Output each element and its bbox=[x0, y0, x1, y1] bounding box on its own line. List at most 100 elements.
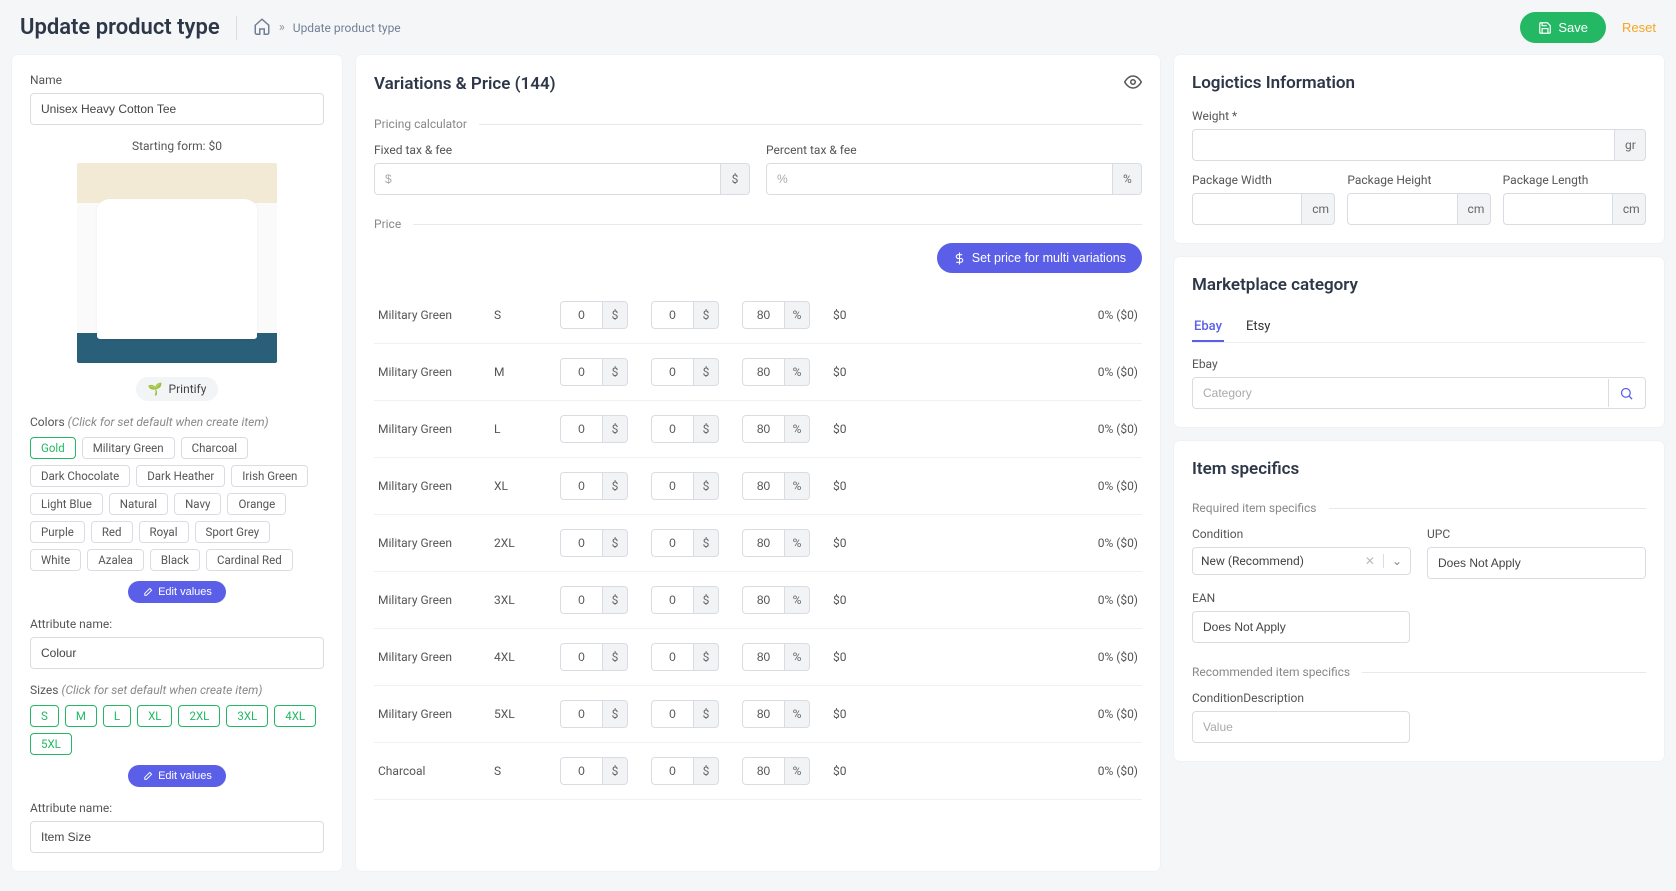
color-tag[interactable]: Cardinal Red bbox=[206, 549, 293, 571]
color-tags: Gold Military Green Charcoal Dark Chocolate… bbox=[30, 437, 324, 571]
color-tag[interactable]: Azalea bbox=[87, 549, 144, 571]
upc-input[interactable] bbox=[1427, 547, 1646, 579]
name-input[interactable] bbox=[30, 93, 324, 125]
color-tag[interactable]: Natural bbox=[109, 493, 168, 515]
row-input-2[interactable] bbox=[651, 358, 693, 386]
row-input-2[interactable] bbox=[651, 301, 693, 329]
fixed-tax-input[interactable] bbox=[374, 163, 720, 195]
row-input-2[interactable] bbox=[651, 472, 693, 500]
color-tag[interactable]: Dark Heather bbox=[136, 465, 225, 487]
set-multi-price-label: Set price for multi variations bbox=[972, 251, 1126, 265]
dollar-suffix: $ bbox=[693, 586, 719, 614]
height-input[interactable] bbox=[1347, 193, 1456, 225]
weight-input[interactable] bbox=[1192, 129, 1614, 161]
edit-colors-button[interactable]: Edit values bbox=[128, 581, 226, 603]
eye-icon[interactable] bbox=[1124, 73, 1142, 95]
size-tag[interactable]: L bbox=[103, 705, 131, 727]
color-tag[interactable]: Red bbox=[91, 521, 133, 543]
size-tag[interactable]: 2XL bbox=[178, 705, 220, 727]
dollar-suffix: $ bbox=[693, 757, 719, 785]
row-input-3[interactable] bbox=[742, 358, 784, 386]
dollar-suffix: $ bbox=[693, 643, 719, 671]
save-label: Save bbox=[1558, 20, 1588, 35]
printify-chip[interactable]: 🌱 Printify bbox=[136, 377, 219, 401]
tab-etsy[interactable]: Etsy bbox=[1244, 313, 1273, 342]
row-input-1[interactable] bbox=[560, 301, 602, 329]
price-row: Military GreenM$$%$00% ($0) bbox=[374, 344, 1142, 401]
row-input-2[interactable] bbox=[651, 643, 693, 671]
row-input-2[interactable] bbox=[651, 415, 693, 443]
row-percent: 0% ($0) bbox=[929, 422, 1138, 436]
percent-suffix: % bbox=[784, 415, 810, 443]
color-tag[interactable]: Sport Grey bbox=[195, 521, 271, 543]
row-input-1[interactable] bbox=[560, 700, 602, 728]
size-tag[interactable]: M bbox=[65, 705, 97, 727]
reset-button[interactable]: Reset bbox=[1622, 20, 1656, 35]
row-input-2[interactable] bbox=[651, 700, 693, 728]
size-tag[interactable]: 4XL bbox=[274, 705, 316, 727]
percent-tax-input[interactable] bbox=[766, 163, 1112, 195]
condition-select[interactable]: New (Recommend) ✕ ⌄ bbox=[1192, 547, 1411, 575]
row-input-2[interactable] bbox=[651, 529, 693, 557]
price-row: Military Green2XL$$%$00% ($0) bbox=[374, 515, 1142, 572]
row-input-2[interactable] bbox=[651, 586, 693, 614]
row-input-2[interactable] bbox=[651, 757, 693, 785]
color-tag[interactable]: Military Green bbox=[82, 437, 175, 459]
home-icon[interactable] bbox=[253, 17, 271, 39]
weight-label: Weight * bbox=[1192, 109, 1646, 123]
color-tag[interactable]: Purple bbox=[30, 521, 85, 543]
row-input-1[interactable] bbox=[560, 757, 602, 785]
row-percent: 0% ($0) bbox=[929, 707, 1138, 721]
row-size: 3XL bbox=[494, 593, 544, 607]
color-tag[interactable]: Royal bbox=[139, 521, 189, 543]
row-input-3[interactable] bbox=[742, 586, 784, 614]
color-tag[interactable]: Gold bbox=[30, 437, 76, 459]
set-multi-price-button[interactable]: Set price for multi variations bbox=[937, 243, 1142, 273]
row-input-3[interactable] bbox=[742, 415, 784, 443]
row-input-1[interactable] bbox=[560, 643, 602, 671]
row-price: $0 bbox=[833, 764, 913, 778]
row-input-1[interactable] bbox=[560, 586, 602, 614]
row-input-3[interactable] bbox=[742, 643, 784, 671]
row-input-1[interactable] bbox=[560, 529, 602, 557]
size-tag[interactable]: 3XL bbox=[226, 705, 268, 727]
size-tag[interactable]: XL bbox=[137, 705, 172, 727]
row-price: $0 bbox=[833, 707, 913, 721]
edit-icon bbox=[142, 587, 153, 598]
search-icon[interactable] bbox=[1608, 379, 1644, 407]
gr-suffix: gr bbox=[1614, 129, 1646, 161]
page-title: Update product type bbox=[20, 15, 220, 40]
row-input-3[interactable] bbox=[742, 301, 784, 329]
attr-colour-input[interactable] bbox=[30, 637, 324, 669]
color-tag[interactable]: White bbox=[30, 549, 81, 571]
row-input-3[interactable] bbox=[742, 757, 784, 785]
size-tag[interactable]: 5XL bbox=[30, 733, 72, 755]
tab-ebay[interactable]: Ebay bbox=[1192, 313, 1224, 342]
edit-sizes-button[interactable]: Edit values bbox=[128, 765, 226, 787]
attr-size-input[interactable] bbox=[30, 821, 324, 853]
row-input-3[interactable] bbox=[742, 700, 784, 728]
row-input-1[interactable] bbox=[560, 415, 602, 443]
color-tag[interactable]: Dark Chocolate bbox=[30, 465, 130, 487]
color-tag[interactable]: Orange bbox=[227, 493, 286, 515]
color-tag[interactable]: Navy bbox=[174, 493, 221, 515]
row-input-1[interactable] bbox=[560, 472, 602, 500]
color-tag[interactable]: Charcoal bbox=[181, 437, 249, 459]
condition-label: Condition bbox=[1192, 527, 1411, 541]
color-tag[interactable]: Light Blue bbox=[30, 493, 103, 515]
category-search-input[interactable] bbox=[1192, 377, 1646, 409]
ean-input[interactable] bbox=[1192, 611, 1410, 643]
row-input-1[interactable] bbox=[560, 358, 602, 386]
color-tag[interactable]: Black bbox=[150, 549, 200, 571]
width-input[interactable] bbox=[1192, 193, 1301, 225]
name-label: Name bbox=[30, 73, 324, 87]
save-button[interactable]: Save bbox=[1520, 12, 1606, 43]
size-tag[interactable]: S bbox=[30, 705, 59, 727]
cond-desc-input[interactable] bbox=[1192, 711, 1410, 743]
row-input-3[interactable] bbox=[742, 529, 784, 557]
cm-suffix: cm bbox=[1301, 193, 1335, 225]
row-input-3[interactable] bbox=[742, 472, 784, 500]
color-tag[interactable]: Irish Green bbox=[231, 465, 308, 487]
length-input[interactable] bbox=[1503, 193, 1612, 225]
clear-icon[interactable]: ✕ bbox=[1357, 554, 1383, 568]
